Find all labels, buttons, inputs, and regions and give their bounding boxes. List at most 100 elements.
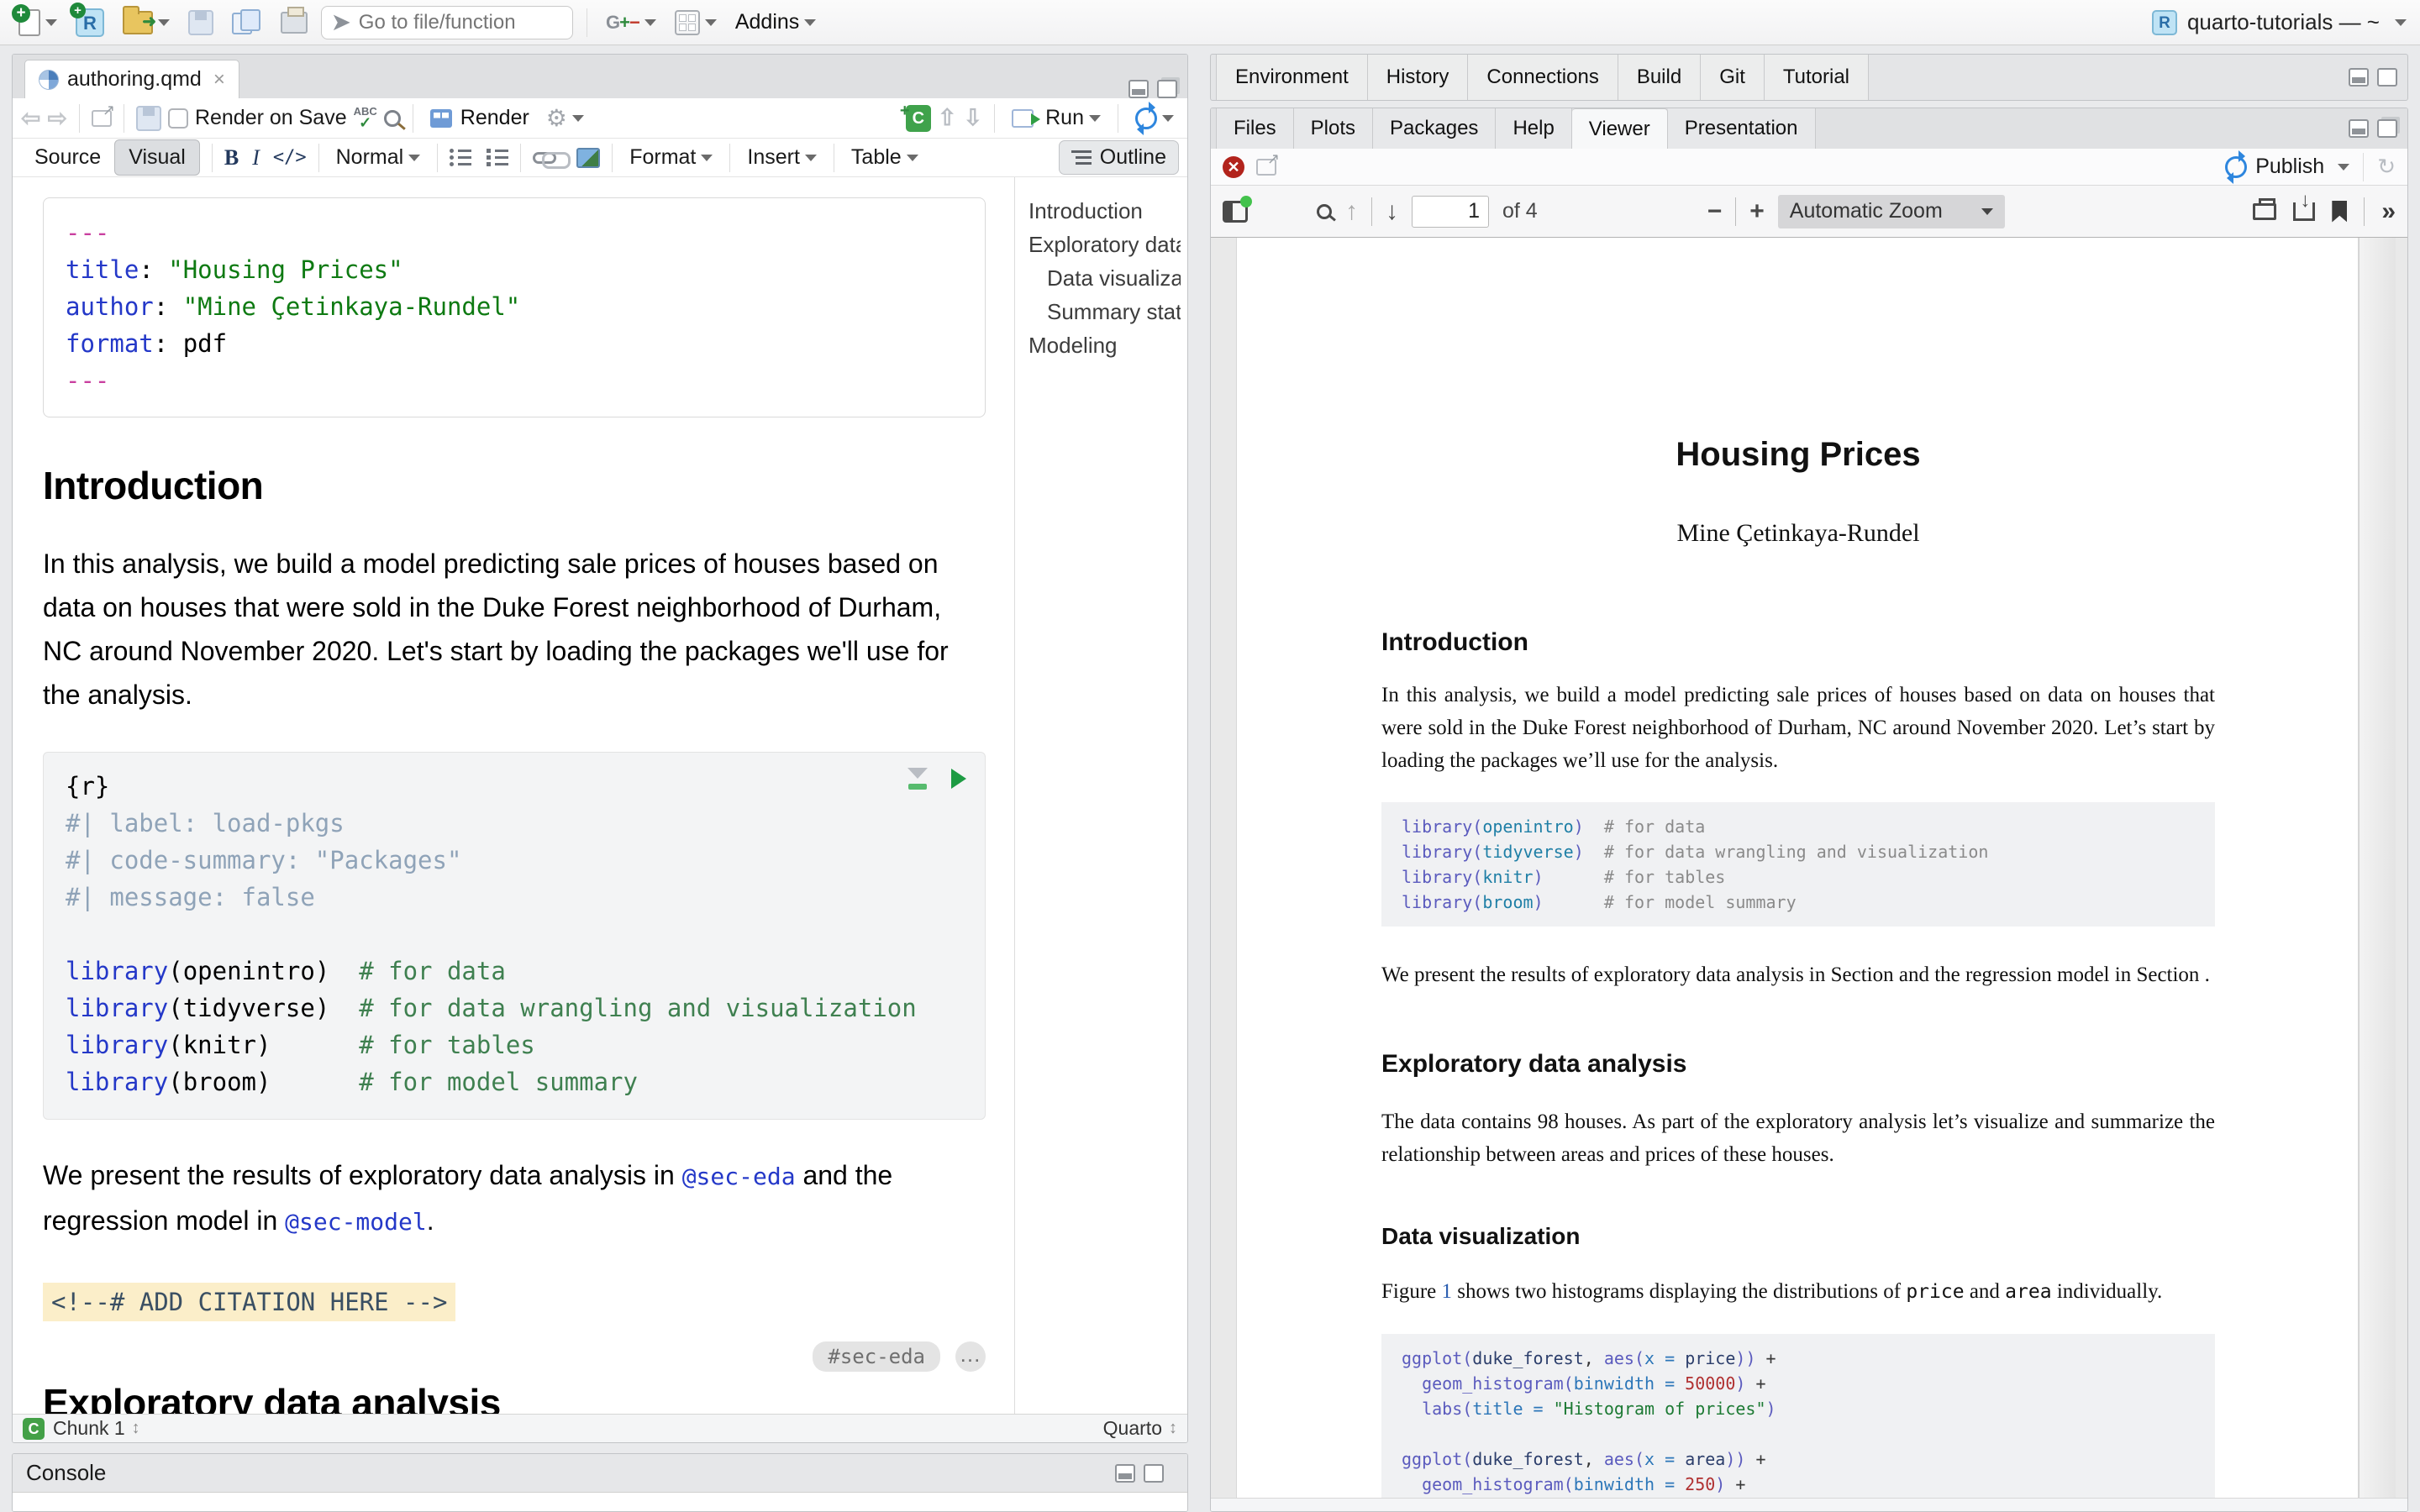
pdf-scrollbar[interactable] — [2359, 238, 2396, 1498]
pdf-page[interactable]: Housing Prices Mine Çetinkaya-Rundel Int… — [1236, 238, 2359, 1498]
format-menu[interactable]: Format — [624, 142, 718, 173]
tab-help[interactable]: Help — [1496, 108, 1571, 149]
find-replace-icon[interactable] — [384, 110, 401, 127]
image-icon[interactable] — [576, 148, 600, 168]
open-file-button[interactable]: ➜ — [118, 8, 175, 38]
tab-packages[interactable]: Packages — [1373, 108, 1496, 149]
print-button[interactable] — [276, 8, 313, 37]
tab-tutorial[interactable]: Tutorial — [1765, 55, 1869, 100]
go-next-chunk-icon[interactable]: ⇩ — [964, 105, 983, 131]
version-control-button[interactable]: G+− — [601, 8, 661, 37]
popout-editor-icon[interactable] — [92, 110, 112, 127]
project-menu[interactable]: R quarto-tutorials — ~ — [2152, 9, 2407, 35]
bullet-list-icon[interactable] — [450, 150, 471, 165]
pdf-previous-page-icon[interactable]: ↑ — [1345, 197, 1358, 226]
stop-viewer-icon[interactable]: ✕ — [1223, 156, 1244, 178]
workspace-panes-button[interactable] — [670, 7, 722, 39]
section-options-button[interactable]: ... — [955, 1341, 986, 1372]
run-chunks-above-icon[interactable] — [906, 768, 929, 790]
run-button[interactable]: Run — [1007, 102, 1106, 134]
refresh-viewer-icon[interactable]: ↻ — [2377, 154, 2396, 180]
pdf-bookmark-icon[interactable] — [2332, 201, 2347, 223]
run-previous-icon[interactable]: ⇧ — [938, 105, 957, 131]
goto-file-input[interactable] — [359, 11, 544, 34]
tab-presentation[interactable]: Presentation — [1668, 108, 1816, 149]
pdf-print-icon[interactable] — [2253, 203, 2276, 220]
publish-button[interactable]: Publish — [2255, 155, 2324, 179]
render-settings-button[interactable]: ⚙ — [541, 101, 589, 135]
tab-connections[interactable]: Connections — [1468, 55, 1618, 100]
outline-toggle-button[interactable]: Outline — [1059, 140, 1179, 175]
pdf-download-icon[interactable] — [2293, 202, 2315, 221]
paragraph-style-dropdown[interactable]: Normal — [331, 142, 426, 173]
tab-environment[interactable]: Environment — [1216, 55, 1368, 100]
editor-toolbar: ⇦ ⇨ Render on Save ABC✓ Render ⚙ C+ ⇧ ⇩ … — [13, 98, 1187, 139]
citation-comment: <!--# ADD CITATION HERE --> — [43, 1283, 455, 1321]
goto-file-box[interactable]: ➤ — [321, 6, 573, 39]
code-format-button[interactable]: </> — [273, 147, 307, 168]
pdf-eda-paragraph: The data contains 98 houses. As part of … — [1381, 1105, 2215, 1171]
tab-git[interactable]: Git — [1701, 55, 1765, 100]
document-canvas[interactable]: ---title: "Housing Prices"author: "Mine … — [13, 177, 1014, 1414]
save-doc-icon[interactable] — [136, 106, 161, 131]
table-menu[interactable]: Table — [846, 142, 923, 173]
tab-files[interactable]: Files — [1216, 108, 1294, 149]
tab-history[interactable]: History — [1368, 55, 1469, 100]
pdf-search-icon[interactable] — [1317, 204, 1332, 219]
bold-button[interactable]: B — [224, 145, 239, 171]
popout-viewer-icon[interactable] — [1256, 159, 1276, 176]
spellcheck-icon[interactable]: ABC✓ — [354, 106, 377, 130]
save-button[interactable] — [183, 7, 218, 39]
pdf-zoom-select[interactable]: Automatic Zoom — [1778, 195, 2005, 228]
forward-icon[interactable]: ⇨ — [47, 104, 66, 132]
pdf-next-page-icon[interactable]: ↓ — [1386, 197, 1398, 226]
run-chunk-icon[interactable] — [951, 769, 966, 789]
outline-item-modeling[interactable]: Modeling — [1028, 328, 1181, 362]
tab-authoring-qmd[interactable]: authoring.qmd × — [24, 60, 239, 98]
file-type-label[interactable]: Quarto — [1103, 1417, 1162, 1440]
pdf-zoom-in-icon[interactable]: + — [1749, 197, 1765, 226]
maximize-pane-icon[interactable] — [1157, 80, 1177, 98]
outline-item-data-visualization[interactable]: Data visualization — [1028, 261, 1181, 295]
link-icon[interactable] — [533, 152, 556, 164]
env-minimize-icon[interactable] — [2349, 68, 2369, 87]
console-header[interactable]: Console — [13, 1454, 1187, 1493]
source-rerun-button[interactable] — [1130, 104, 1179, 133]
viewer-maximize-icon[interactable] — [2377, 119, 2397, 138]
numbered-list-icon[interactable] — [487, 150, 508, 165]
addins-button[interactable]: Addins — [730, 7, 821, 38]
viewer-minimize-icon[interactable] — [2349, 119, 2369, 138]
env-maximize-icon[interactable] — [2377, 68, 2397, 87]
console-minimize-icon[interactable] — [1115, 1464, 1135, 1483]
new-project-button[interactable]: R+ — [71, 5, 109, 40]
tab-viewer[interactable]: Viewer — [1572, 108, 1668, 149]
back-icon[interactable]: ⇦ — [21, 104, 40, 132]
chunk-position-label[interactable]: Chunk 1 — [53, 1417, 125, 1440]
tab-build[interactable]: Build — [1618, 55, 1701, 100]
pdf-zoom-out-icon[interactable]: − — [1707, 197, 1723, 226]
r-code-chunk[interactable]: {r}#| label: load-pkgs#| code-summary: "… — [43, 752, 986, 1120]
render-on-save-checkbox[interactable] — [168, 108, 188, 129]
outline-item-eda[interactable]: Exploratory data … — [1028, 228, 1181, 261]
source-mode-button[interactable]: Source — [21, 140, 114, 175]
minimize-pane-icon[interactable] — [1128, 80, 1149, 98]
yaml-metadata-block[interactable]: ---title: "Housing Prices"author: "Mine … — [43, 197, 986, 417]
new-file-button[interactable]: + — [13, 6, 62, 39]
save-all-button[interactable] — [227, 6, 267, 39]
pdf-more-tools-icon[interactable]: » — [2381, 197, 2396, 226]
render-button[interactable]: Render — [425, 102, 534, 134]
outline-item-introduction[interactable]: Introduction — [1028, 194, 1181, 228]
new-project-icon: R+ — [76, 8, 104, 37]
pdf-page-input[interactable] — [1412, 196, 1489, 228]
insert-menu[interactable]: Insert — [742, 142, 822, 173]
italic-button[interactable]: I — [252, 145, 260, 171]
tab-plots[interactable]: Plots — [1294, 108, 1373, 149]
insert-chunk-icon[interactable]: C+ — [906, 105, 931, 132]
console-maximize-icon[interactable] — [1144, 1464, 1164, 1483]
pdf-sidebar-toggle-icon[interactable] — [1223, 201, 1248, 223]
viewer-toolbar: ✕ Publish ↻ — [1211, 149, 2407, 186]
close-tab-icon[interactable]: × — [213, 68, 225, 92]
outline-item-summary-statistics[interactable]: Summary statis… — [1028, 295, 1181, 328]
pdf-intro-heading: Introduction — [1381, 628, 2215, 657]
visual-mode-button[interactable]: Visual — [114, 139, 200, 176]
